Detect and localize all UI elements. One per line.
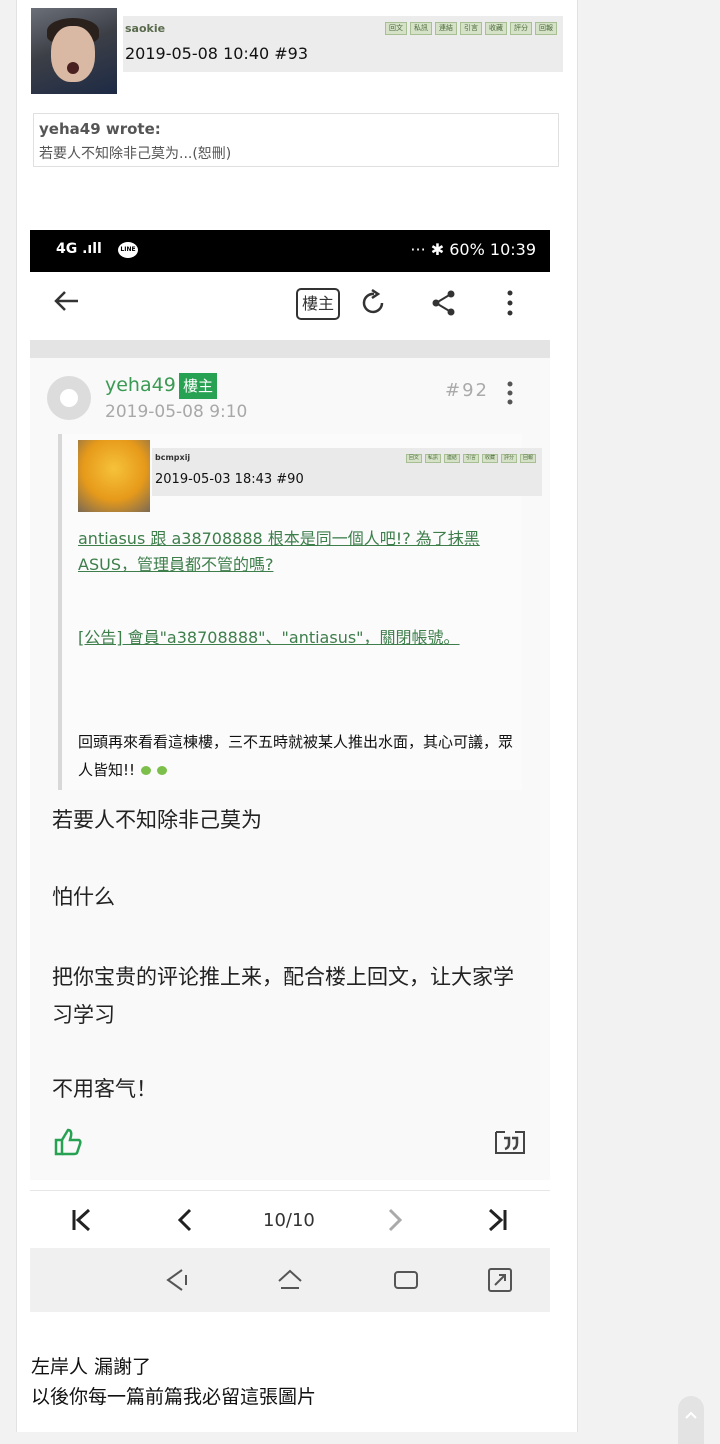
nav-expand-icon[interactable] bbox=[486, 1266, 514, 1294]
post-datetime: 2019-05-08 10:40 #93 bbox=[125, 44, 309, 63]
message-button[interactable]: 私訊 bbox=[410, 22, 432, 35]
previous-page-icon[interactable] bbox=[170, 1205, 200, 1235]
scroll-to-top-button[interactable] bbox=[678, 1396, 704, 1444]
inner-quoted-post: bcmpxij 2019-05-03 18:43 #90 回文 私訊 連結 引言… bbox=[58, 434, 542, 790]
nav-back-icon[interactable] bbox=[162, 1266, 190, 1294]
inner-datetime: 2019-05-03 18:43 #90 bbox=[155, 472, 304, 487]
quote-author: yeha49 wrote: bbox=[39, 120, 161, 138]
user-avatar[interactable] bbox=[31, 8, 117, 94]
post-comment-line: 左岸人 漏謝了 bbox=[31, 1356, 152, 1378]
inner-report-button[interactable]: 回報 bbox=[519, 454, 536, 463]
inner-link-button[interactable]: 連結 bbox=[443, 454, 460, 463]
frog-emoji-icon bbox=[141, 766, 152, 775]
inner-post-text: 回頭再來看看這棟樓，三不五時就被某人推出水面，其心可議，眾人皆知!! bbox=[78, 733, 514, 779]
post-paragraph: 把你宝贵的评论推上来，配合楼上回文，让大家学习学习 bbox=[52, 965, 514, 1027]
status-bar: 4G .ıll LINE ··· ✱ 60% 10:39 bbox=[30, 230, 550, 272]
more-options-icon[interactable] bbox=[500, 288, 520, 318]
inner-quote-button[interactable]: 引言 bbox=[462, 454, 479, 463]
favorite-button[interactable]: 收藏 bbox=[485, 22, 507, 35]
rate-button[interactable]: 評分 bbox=[510, 22, 532, 35]
report-button[interactable]: 回報 bbox=[535, 22, 557, 35]
back-arrow-icon[interactable] bbox=[52, 286, 82, 316]
network-indicator: 4G .ıll bbox=[56, 241, 102, 257]
quote-reply-icon[interactable] bbox=[494, 1126, 526, 1156]
inner-favorite-button[interactable]: 收藏 bbox=[481, 454, 498, 463]
post-username[interactable]: yeha49 bbox=[105, 374, 176, 396]
post-header: saokie 2019-05-08 10:40 #93 回文 私訊 連結 引言 … bbox=[123, 16, 563, 72]
quote-button[interactable]: 引言 bbox=[460, 22, 482, 35]
next-page-icon[interactable] bbox=[380, 1205, 410, 1235]
last-page-icon[interactable] bbox=[482, 1205, 512, 1235]
quote-text: 若要人不知除非己莫为...(恕刪) bbox=[39, 146, 232, 162]
post-floor-number: #92 bbox=[445, 380, 489, 401]
inner-rate-button[interactable]: 評分 bbox=[500, 454, 517, 463]
reply-button[interactable]: 回文 bbox=[385, 22, 407, 35]
post-paragraph: 不用客气！ bbox=[52, 1077, 157, 1101]
inner-post-header: bcmpxij 2019-05-03 18:43 #90 回文 私訊 連結 引言… bbox=[152, 448, 542, 496]
thumbs-up-icon[interactable] bbox=[52, 1126, 84, 1158]
avatar-mouth bbox=[67, 62, 79, 74]
separator bbox=[30, 340, 550, 358]
android-nav-bar bbox=[30, 1248, 550, 1312]
inner-message-button[interactable]: 私訊 bbox=[424, 454, 441, 463]
page-indicator: 10/10 bbox=[263, 1210, 315, 1231]
line-app-icon: LINE bbox=[118, 242, 138, 258]
post-more-icon[interactable] bbox=[503, 380, 517, 406]
post-action-buttons: 回文 私訊 連結 引言 收藏 評分 回報 bbox=[385, 22, 557, 35]
chevron-up-icon bbox=[685, 1411, 697, 1419]
announcement-link[interactable]: [公告] 會員"a38708888"、"antiasus"，關閉帳號。 bbox=[78, 625, 518, 651]
refresh-icon[interactable] bbox=[358, 288, 388, 318]
link-button[interactable]: 連結 bbox=[435, 22, 457, 35]
post-paragraph: 怕什么 bbox=[52, 885, 115, 909]
inner-action-buttons: 回文 私訊 連結 引言 收藏 評分 回報 bbox=[405, 454, 536, 463]
forum-page: saokie 2019-05-08 10:40 #93 回文 私訊 連結 引言 … bbox=[16, 0, 578, 1432]
inner-username[interactable]: bcmpxij bbox=[155, 453, 190, 462]
post-comment-line: 以後你每一篇前篇我必留這張圖片 bbox=[31, 1386, 317, 1408]
quote-block: yeha49 wrote: 若要人不知除非己莫为...(恕刪) bbox=[33, 113, 559, 167]
share-icon[interactable] bbox=[429, 288, 459, 318]
post-username[interactable]: saokie bbox=[125, 22, 165, 35]
louzhu-badge: 樓主 bbox=[179, 373, 218, 399]
post-paragraph: 若要人不知除非己莫为 bbox=[52, 808, 262, 832]
status-right: ··· ✱ 60% 10:39 bbox=[410, 240, 536, 259]
first-page-icon[interactable] bbox=[67, 1205, 97, 1235]
louzhu-filter-button[interactable]: 樓主 bbox=[296, 288, 340, 320]
inner-reply-button[interactable]: 回文 bbox=[405, 454, 422, 463]
embedded-screenshot: 4G .ıll LINE ··· ✱ 60% 10:39 樓主 yeha49 樓… bbox=[30, 230, 550, 1312]
nav-recents-icon[interactable] bbox=[392, 1266, 420, 1294]
nav-home-icon[interactable] bbox=[276, 1266, 304, 1294]
post-datetime: 2019-05-08 9:10 bbox=[105, 402, 248, 422]
post-user-avatar[interactable] bbox=[47, 376, 91, 420]
thread-link[interactable]: antiasus 跟 a38708888 根本是同一個人吧!? 為了抹黑ASUS… bbox=[78, 526, 518, 578]
app-bar: 樓主 bbox=[30, 272, 550, 340]
inner-user-avatar[interactable] bbox=[78, 440, 150, 512]
pagination-bar: 10/10 bbox=[30, 1190, 550, 1249]
frog-emoji-icon bbox=[157, 766, 168, 775]
